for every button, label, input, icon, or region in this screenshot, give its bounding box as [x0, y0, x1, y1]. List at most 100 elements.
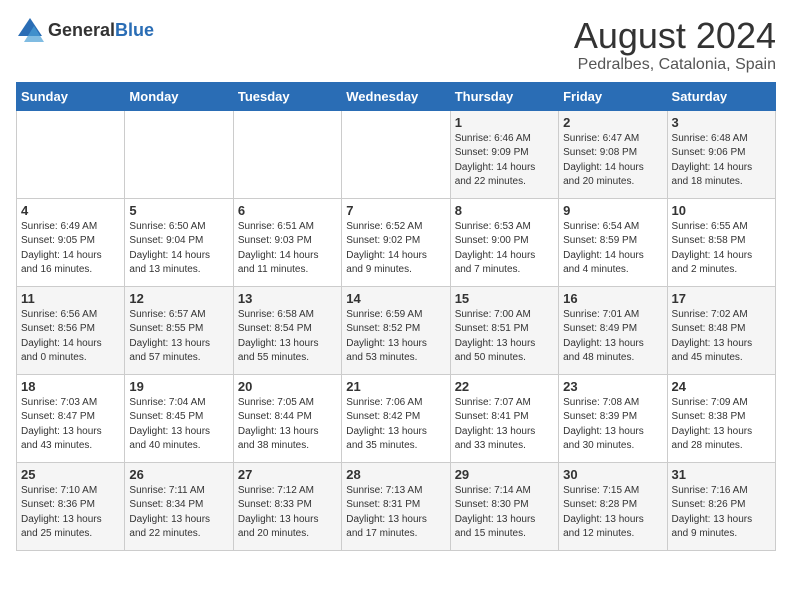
day-info: Sunrise: 7:06 AM Sunset: 8:42 PM Dayligh… [346, 396, 445, 454]
day-info: Sunrise: 6:52 AM Sunset: 9:02 PM Dayligh… [346, 220, 445, 278]
calendar-cell [342, 110, 450, 198]
logo-text-general: General [48, 20, 115, 40]
header-day-sunday: Sunday [17, 82, 125, 110]
calendar-cell: 26 Sunrise: 7:11 AM Sunset: 8:34 PM Dayli… [125, 462, 233, 550]
day-number: 13 [238, 291, 337, 306]
day-info: Sunrise: 7:15 AM Sunset: 8:28 PM Dayligh… [563, 484, 662, 542]
day-info: Sunrise: 6:59 AM Sunset: 8:52 PM Dayligh… [346, 308, 445, 366]
calendar-cell [125, 110, 233, 198]
calendar-title: August 2024 [574, 16, 776, 56]
calendar-cell: 23Sunrise: 7:08 AM Sunset: 8:39 PM Dayli… [559, 374, 667, 462]
calendar-cell: 21 Sunrise: 7:06 AM Sunset: 8:42 PM Dayli… [342, 374, 450, 462]
day-info: Sunrise: 6:53 AM Sunset: 9:00 PM Dayligh… [455, 220, 554, 278]
logo-text-blue: Blue [115, 20, 154, 40]
header: GeneralBlue August 2024 Pedralbes, Catal… [16, 16, 776, 74]
calendar-cell: 3Sunrise: 6:48 AM Sunset: 9:06 PM Daylig… [667, 110, 775, 198]
day-number: 26 [129, 467, 228, 482]
calendar-cell: 17Sunrise: 7:02 AM Sunset: 8:48 PM Dayli… [667, 286, 775, 374]
day-number: 17 [672, 291, 771, 306]
calendar-cell [17, 110, 125, 198]
week-row-4: 18 Sunrise: 7:03 AM Sunset: 8:47 PM Dayli… [17, 374, 776, 462]
day-number: 25 [21, 467, 120, 482]
calendar-cell: 31 Sunrise: 7:16 AM Sunset: 8:26 PM Dayli… [667, 462, 775, 550]
calendar-cell: 8 Sunrise: 6:53 AM Sunset: 9:00 PM Daylig… [450, 198, 558, 286]
day-number: 23 [563, 379, 662, 394]
day-number: 19 [129, 379, 228, 394]
calendar-cell: 25 Sunrise: 7:10 AM Sunset: 8:36 PM Dayli… [17, 462, 125, 550]
day-number: 9 [563, 203, 662, 218]
day-number: 5 [129, 203, 228, 218]
day-info: Sunrise: 6:49 AM Sunset: 9:05 PM Dayligh… [21, 220, 120, 278]
day-info: Sunrise: 7:11 AM Sunset: 8:34 PM Dayligh… [129, 484, 228, 542]
week-row-1: 1 Sunrise: 6:46 AM Sunset: 9:09 PM Daylig… [17, 110, 776, 198]
header-day-friday: Friday [559, 82, 667, 110]
day-number: 24 [672, 379, 771, 394]
day-number: 12 [129, 291, 228, 306]
day-number: 8 [455, 203, 554, 218]
day-info: Sunrise: 6:50 AM Sunset: 9:04 PM Dayligh… [129, 220, 228, 278]
calendar-cell: 1 Sunrise: 6:46 AM Sunset: 9:09 PM Daylig… [450, 110, 558, 198]
day-number: 11 [21, 291, 120, 306]
day-number: 15 [455, 291, 554, 306]
day-info: Sunrise: 6:46 AM Sunset: 9:09 PM Dayligh… [455, 132, 554, 190]
day-info: Sunrise: 6:56 AM Sunset: 8:56 PM Dayligh… [21, 308, 120, 366]
calendar-cell: 20Sunrise: 7:05 AM Sunset: 8:44 PM Dayli… [233, 374, 341, 462]
day-info: Sunrise: 6:55 AM Sunset: 8:58 PM Dayligh… [672, 220, 771, 278]
calendar-cell: 15Sunrise: 7:00 AM Sunset: 8:51 PM Dayli… [450, 286, 558, 374]
day-info: Sunrise: 7:13 AM Sunset: 8:31 PM Dayligh… [346, 484, 445, 542]
day-info: Sunrise: 7:03 AM Sunset: 8:47 PM Dayligh… [21, 396, 120, 454]
calendar-cell: 6 Sunrise: 6:51 AM Sunset: 9:03 PM Daylig… [233, 198, 341, 286]
day-info: Sunrise: 6:57 AM Sunset: 8:55 PM Dayligh… [129, 308, 228, 366]
day-info: Sunrise: 7:10 AM Sunset: 8:36 PM Dayligh… [21, 484, 120, 542]
day-number: 14 [346, 291, 445, 306]
day-number: 29 [455, 467, 554, 482]
header-day-tuesday: Tuesday [233, 82, 341, 110]
day-info: Sunrise: 7:14 AM Sunset: 8:30 PM Dayligh… [455, 484, 554, 542]
day-number: 31 [672, 467, 771, 482]
day-number: 4 [21, 203, 120, 218]
calendar-cell: 13Sunrise: 6:58 AM Sunset: 8:54 PM Dayli… [233, 286, 341, 374]
calendar-cell: 4 Sunrise: 6:49 AM Sunset: 9:05 PM Daylig… [17, 198, 125, 286]
day-number: 30 [563, 467, 662, 482]
calendar-body: 1 Sunrise: 6:46 AM Sunset: 9:09 PM Daylig… [17, 110, 776, 550]
day-number: 21 [346, 379, 445, 394]
day-info: Sunrise: 7:01 AM Sunset: 8:49 PM Dayligh… [563, 308, 662, 366]
day-number: 2 [563, 115, 662, 130]
day-number: 27 [238, 467, 337, 482]
day-number: 1 [455, 115, 554, 130]
calendar-cell: 28 Sunrise: 7:13 AM Sunset: 8:31 PM Dayli… [342, 462, 450, 550]
header-day-saturday: Saturday [667, 82, 775, 110]
calendar-cell: 30 Sunrise: 7:15 AM Sunset: 8:28 PM Dayli… [559, 462, 667, 550]
calendar-cell: 27Sunrise: 7:12 AM Sunset: 8:33 PM Dayli… [233, 462, 341, 550]
day-number: 22 [455, 379, 554, 394]
week-row-2: 4 Sunrise: 6:49 AM Sunset: 9:05 PM Daylig… [17, 198, 776, 286]
day-info: Sunrise: 7:16 AM Sunset: 8:26 PM Dayligh… [672, 484, 771, 542]
calendar-cell: 18 Sunrise: 7:03 AM Sunset: 8:47 PM Dayli… [17, 374, 125, 462]
logo-icon [16, 16, 44, 44]
calendar-cell: 24Sunrise: 7:09 AM Sunset: 8:38 PM Dayli… [667, 374, 775, 462]
day-number: 28 [346, 467, 445, 482]
calendar-cell: 2Sunrise: 6:47 AM Sunset: 9:08 PM Daylig… [559, 110, 667, 198]
calendar-cell: 12 Sunrise: 6:57 AM Sunset: 8:55 PM Dayli… [125, 286, 233, 374]
day-number: 10 [672, 203, 771, 218]
calendar-cell: 14 Sunrise: 6:59 AM Sunset: 8:52 PM Dayli… [342, 286, 450, 374]
day-number: 7 [346, 203, 445, 218]
day-number: 3 [672, 115, 771, 130]
day-info: Sunrise: 6:51 AM Sunset: 9:03 PM Dayligh… [238, 220, 337, 278]
logo: GeneralBlue [16, 16, 154, 44]
calendar-cell [233, 110, 341, 198]
week-row-5: 25 Sunrise: 7:10 AM Sunset: 8:36 PM Dayli… [17, 462, 776, 550]
day-number: 6 [238, 203, 337, 218]
header-day-monday: Monday [125, 82, 233, 110]
day-info: Sunrise: 7:04 AM Sunset: 8:45 PM Dayligh… [129, 396, 228, 454]
calendar-cell: 29 Sunrise: 7:14 AM Sunset: 8:30 PM Dayli… [450, 462, 558, 550]
calendar-header: SundayMondayTuesdayWednesdayThursdayFrid… [17, 82, 776, 110]
day-number: 18 [21, 379, 120, 394]
calendar-cell: 7 Sunrise: 6:52 AM Sunset: 9:02 PM Daylig… [342, 198, 450, 286]
calendar-cell: 11 Sunrise: 6:56 AM Sunset: 8:56 PM Dayli… [17, 286, 125, 374]
day-number: 16 [563, 291, 662, 306]
calendar-cell: 9Sunrise: 6:54 AM Sunset: 8:59 PM Daylig… [559, 198, 667, 286]
title-area: August 2024 Pedralbes, Catalonia, Spain [574, 16, 776, 74]
header-day-thursday: Thursday [450, 82, 558, 110]
week-row-3: 11 Sunrise: 6:56 AM Sunset: 8:56 PM Dayli… [17, 286, 776, 374]
